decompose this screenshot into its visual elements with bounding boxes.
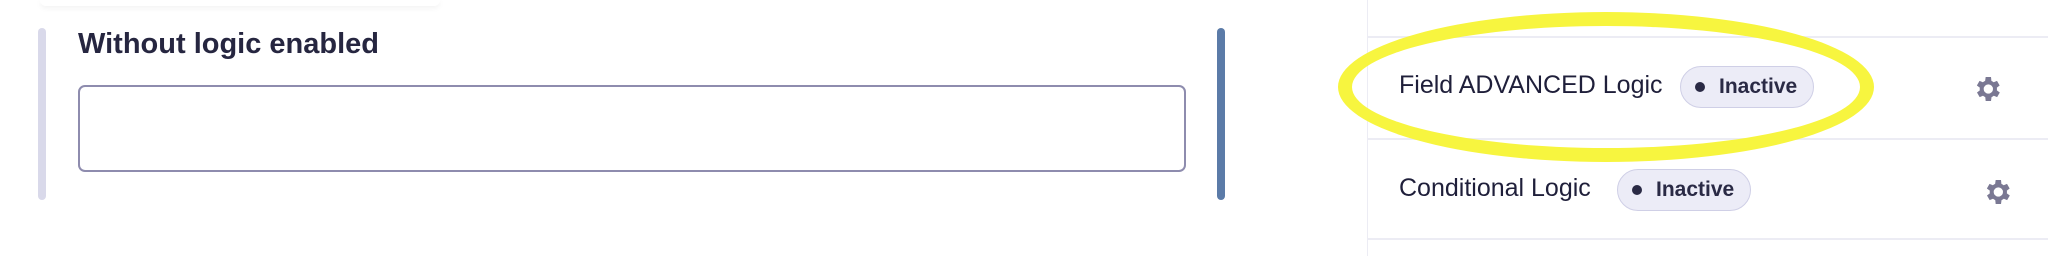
- conditional-logic-label: Conditional Logic: [1399, 174, 1591, 202]
- gear-icon[interactable]: [1971, 73, 2003, 105]
- field-label: Without logic enabled: [78, 28, 380, 60]
- field-left-accent-bar: [38, 28, 46, 200]
- status-text: Inactive: [1719, 75, 1798, 98]
- screen: Without logic enabled Field ADVANCED Log…: [0, 0, 2048, 256]
- status-dot-icon: [1695, 82, 1705, 92]
- row-divider: [1367, 238, 2048, 240]
- advanced-logic-status-badge: Inactive: [1680, 66, 1815, 108]
- gear-icon[interactable]: [1981, 176, 2013, 208]
- row-divider: [1367, 138, 2048, 140]
- advanced-logic-label: Field ADVANCED Logic: [1399, 71, 1663, 99]
- status-dot-icon: [1632, 185, 1642, 195]
- status-text: Inactive: [1656, 178, 1735, 201]
- card-shadow: [40, 0, 440, 6]
- field-selection-accent-bar: [1217, 28, 1225, 200]
- text-input[interactable]: [78, 85, 1186, 172]
- conditional-logic-status-badge: Inactive: [1617, 169, 1752, 211]
- row-divider: [1367, 36, 2048, 38]
- settings-panel: [1367, 0, 2048, 256]
